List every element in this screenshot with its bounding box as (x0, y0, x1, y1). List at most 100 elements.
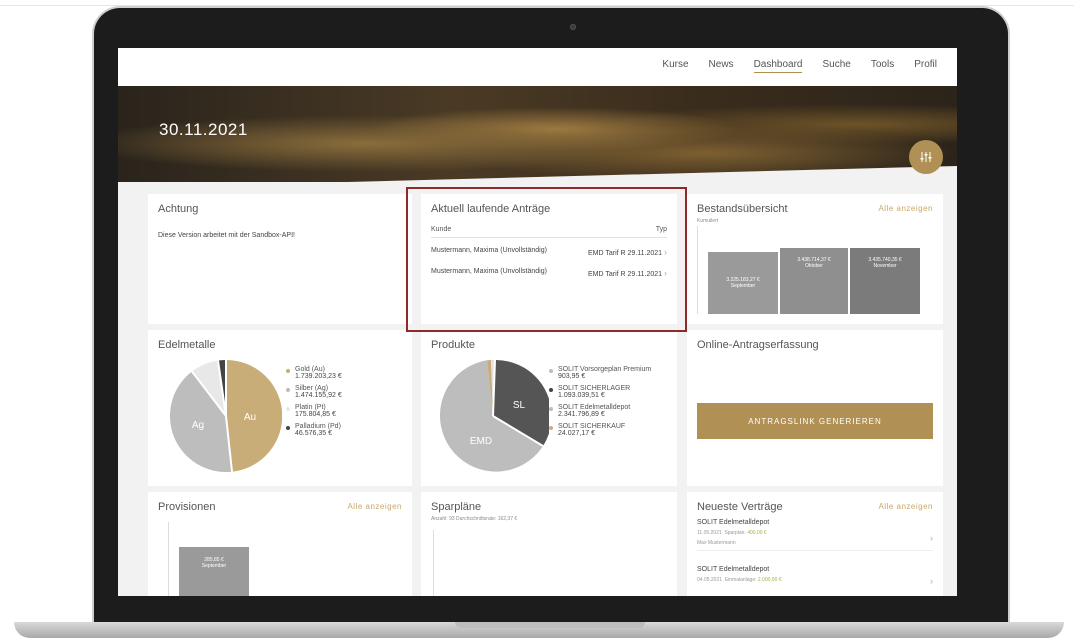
legend-item: Silber (Ag) 1.474.155,92 € (286, 385, 342, 399)
bar-month: November (873, 263, 897, 269)
contract-amount: 2.000,00 € (757, 577, 782, 583)
bestand-subtitle: Kumuliert (697, 218, 719, 224)
legend-name: SOLIT Edelmetalldepot (558, 404, 631, 411)
dot-icon (549, 369, 553, 373)
legend-item: Gold (Au) 1.739.203,23 € (286, 366, 342, 380)
contract-title: SOLIT Edelmetalldepot (697, 566, 770, 573)
legend-name: Gold (Au) (295, 366, 325, 373)
nav-kurse[interactable]: Kurse (662, 59, 688, 73)
legend-value: 24.027,17 € (558, 430, 595, 437)
sparplaene-card: Sparpläne Anzahl: 93 Durchschnittsrate: … (421, 492, 677, 596)
contract-item[interactable]: SOLIT Edelmetalldepot 04.05.2021 Einmala… (697, 566, 933, 586)
legend-item: SOLIT SICHERLAGER 1.093.039,51 € (549, 385, 651, 399)
provisionen-bar: 285,85 € September (179, 547, 249, 596)
highlight-frame (406, 187, 687, 332)
camera-icon (570, 24, 576, 30)
contract-title: SOLIT Edelmetalldepot (697, 519, 770, 526)
dot-icon (549, 426, 553, 430)
bar-month: September (201, 563, 227, 569)
legend-value: 1.739.203,23 € (295, 373, 342, 380)
legend-name: SOLIT SICHERLAGER (558, 385, 631, 392)
provisionen-card: Provisionen Alle anzeigen 285,85 € Septe… (148, 492, 412, 596)
laptop-bezel-bottom (100, 596, 1002, 622)
edelmetalle-card: Edelmetalle Au Ag Gold (Au) 1.739.203,23 … (148, 330, 412, 486)
nav-suche[interactable]: Suche (822, 59, 850, 73)
dot-icon (549, 407, 553, 411)
bestand-bar: 3.225.183,27 € September (708, 252, 778, 314)
legend-value: 903,95 € (558, 373, 586, 380)
achtung-card: Achtung Diese Version arbeitet mit der S… (148, 194, 412, 324)
bestand-axis (697, 226, 698, 314)
hero-date: 30.11.2021 (159, 120, 248, 139)
vertraege-card: Neueste Verträge Alle anzeigen SOLIT Ede… (687, 492, 943, 596)
bestand-title: Bestandsübersicht (697, 203, 788, 215)
provisionen-axis (168, 522, 169, 596)
bar-month: Oktober (805, 263, 823, 269)
legend-name: SOLIT Vorsorgeplan Premium (558, 366, 652, 373)
pie-label-emd: EMD (470, 436, 492, 447)
chevron-right-icon: › (930, 576, 933, 586)
pie-label-ag: Ag (192, 420, 204, 431)
nav-news[interactable]: News (709, 59, 734, 73)
bestand-bar: 3.438.714,37 € Oktober (780, 248, 848, 314)
legend-item: SOLIT SICHERKAUF 24.027,17 € (549, 423, 651, 437)
edelmetalle-title: Edelmetalle (158, 339, 216, 351)
legend-name: Platin (Pt) (295, 404, 326, 411)
dot-icon (286, 369, 290, 373)
legend-value: 1.474.155,92 € (295, 392, 342, 399)
top-divider (0, 5, 1074, 6)
produkte-card: Produkte SL EMD SOLIT Vorsorgeplan Premi… (421, 330, 677, 486)
contract-person: Max Mustermann (697, 540, 736, 546)
legend-value: 46.576,35 € (295, 430, 332, 437)
sparplaene-title: Sparpläne (431, 501, 482, 513)
app-screen: Kurse News Dashboard Suche Tools Profil … (118, 48, 957, 596)
dot-icon (286, 426, 290, 430)
sparplaene-subtitle: Anzahl: 93 Durchschnittsrate: 162,37 € (431, 516, 518, 522)
dot-icon (286, 407, 290, 411)
achtung-text: Diese Version arbeitet mit der Sandbox-A… (158, 232, 295, 239)
online-title: Online-Antragserfassung (697, 339, 819, 351)
contract-date: 11.05.2021 (697, 530, 722, 536)
bar-month: September (730, 283, 756, 289)
legend-name: Silber (Ag) (295, 385, 329, 392)
nav-tools[interactable]: Tools (871, 59, 894, 73)
legend-item: Platin (Pt) 175.804,85 € (286, 404, 342, 418)
vertraege-show-all-link[interactable]: Alle anzeigen (878, 502, 933, 511)
top-nav: Kurse News Dashboard Suche Tools Profil (118, 48, 957, 86)
bestand-show-all-link[interactable]: Alle anzeigen (878, 204, 933, 213)
legend-value: 2.341.796,89 € (558, 411, 605, 418)
produkte-title: Produkte (431, 339, 476, 351)
pie-label-au: Au (244, 412, 256, 423)
generate-link-button[interactable]: ANTRAGSLINK GENERIEREN (697, 403, 933, 439)
nav-profil[interactable]: Profil (914, 59, 937, 73)
dot-icon (549, 388, 553, 392)
legend-name: Palladium (Pd) (295, 423, 341, 430)
sparplaene-axis (433, 530, 434, 596)
laptop-notch (455, 622, 645, 628)
edelmetalle-legend: Gold (Au) 1.739.203,23 € Silber (Ag) 1.474… (286, 366, 342, 442)
contract-amount: 400,00 € (747, 530, 767, 536)
contract-kind: Sparplan: (724, 530, 746, 536)
legend-value: 175.804,85 € (295, 411, 336, 418)
contract-date: 04.05.2021 (697, 577, 723, 583)
contract-meta: 11.05.2021 Sparplan: 400,00 € (697, 530, 933, 536)
achtung-title: Achtung (158, 203, 199, 215)
legend-item: SOLIT Vorsorgeplan Premium 903,95 € (549, 366, 651, 380)
pie-label-sl: SL (513, 400, 526, 411)
provisionen-title: Provisionen (158, 501, 216, 513)
vertraege-title: Neueste Verträge (697, 501, 783, 513)
bestand-card: Bestandsübersicht Alle anzeigen Kumulier… (687, 194, 943, 324)
contract-item[interactable]: SOLIT Edelmetalldepot 11.05.2021 Sparpla… (697, 519, 933, 551)
produkte-pie-chart: SL EMD (439, 360, 549, 472)
legend-item: SOLIT Edelmetalldepot 2.341.796,89 € (549, 404, 651, 418)
legend-name: SOLIT SICHERKAUF (558, 423, 626, 430)
sliders-icon[interactable] (909, 140, 943, 174)
bestand-bar: 3.435.740,35 € November (850, 248, 920, 314)
provisionen-show-all-link[interactable]: Alle anzeigen (347, 502, 402, 511)
dot-icon (286, 388, 290, 392)
nav-dashboard[interactable]: Dashboard (753, 59, 803, 73)
chevron-right-icon: › (930, 533, 933, 543)
contract-kind: Einmalanlage: (724, 577, 757, 583)
contract-meta: 04.05.2021 Einmalanlage: 2.000,00 € (697, 577, 933, 583)
edelmetalle-pie-chart: Au Ag (170, 360, 282, 472)
